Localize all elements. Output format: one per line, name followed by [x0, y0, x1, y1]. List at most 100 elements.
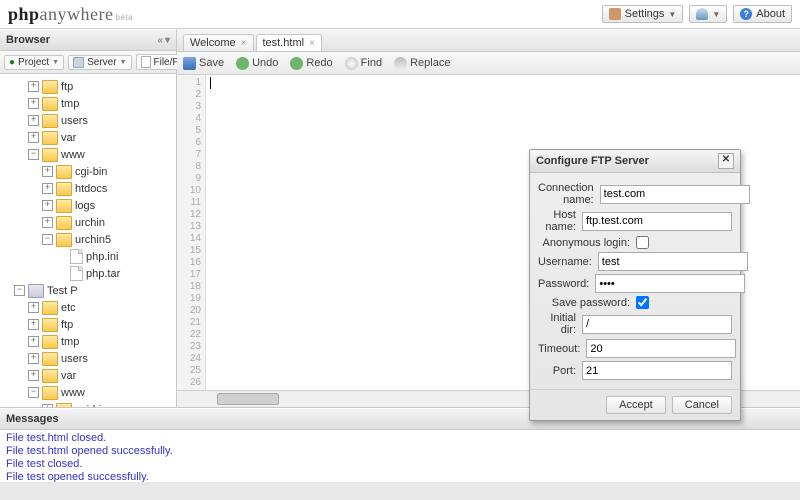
tree-node[interactable]: +tmp — [26, 96, 176, 111]
header-actions: Settings ▼ ▼ ? About — [602, 5, 792, 23]
username-input[interactable] — [598, 252, 748, 271]
file-icon — [141, 56, 151, 68]
sidebar-header: Browser « ▾ — [0, 29, 176, 51]
chevron-down-icon: ▼ — [712, 10, 720, 19]
tree-label: www — [61, 387, 85, 399]
tree-node[interactable]: + ftp — [26, 317, 176, 332]
tree-node[interactable]: +users — [26, 351, 176, 366]
expand-toggle[interactable]: + — [28, 319, 39, 330]
expand-toggle[interactable]: + — [28, 115, 39, 126]
cancel-label: Cancel — [685, 399, 719, 411]
username-label: Username: — [538, 256, 598, 268]
tree-node[interactable]: +tmp — [26, 334, 176, 349]
server-dropdown[interactable]: Server ▼ — [68, 55, 131, 70]
app-header: php anywhere beta Settings ▼ ▼ ? About — [0, 0, 800, 29]
tree-label: cgi-bin — [75, 404, 107, 408]
initial-dir-input[interactable] — [582, 315, 732, 334]
sidebar-toolbar: ● Project ▼ Server ▼ File/Folder ▼ — [0, 51, 176, 74]
expand-toggle[interactable]: + — [42, 404, 53, 407]
options-icon[interactable]: ▾ — [165, 35, 170, 46]
expand-toggle[interactable]: + — [42, 166, 53, 177]
expand-toggle[interactable]: + — [28, 81, 39, 92]
save-password-checkbox[interactable] — [636, 296, 649, 309]
folder-icon — [56, 182, 72, 196]
tree-label: htdocs — [75, 183, 107, 195]
message-line: File test opened successfully. — [6, 471, 794, 482]
project-icon: ● — [9, 57, 15, 68]
host-icon — [28, 284, 44, 298]
expand-toggle[interactable]: + — [28, 302, 39, 313]
expand-toggle[interactable]: − — [28, 387, 39, 398]
chevron-down-icon: ▼ — [668, 10, 676, 19]
project-dropdown[interactable]: ● Project ▼ — [4, 55, 64, 70]
tree-node[interactable]: +etc — [26, 300, 176, 315]
password-input[interactable] — [595, 274, 745, 293]
anonymous-checkbox[interactable] — [636, 236, 649, 249]
expand-toggle[interactable]: + — [42, 217, 53, 228]
tree-node[interactable]: + var — [26, 368, 176, 383]
dialog-title: Configure FTP Server — [536, 155, 649, 167]
message-line: File test.html opened successfully. — [6, 445, 794, 458]
close-icon[interactable]: ✕ — [718, 153, 734, 169]
expand-toggle[interactable]: − — [14, 285, 25, 296]
settings-label: Settings — [625, 8, 665, 20]
collapse-icon[interactable]: « — [157, 35, 163, 46]
wrench-icon — [609, 8, 621, 20]
logo-beta: beta — [116, 13, 134, 22]
expand-toggle[interactable]: − — [28, 149, 39, 160]
tree-node[interactable]: +var — [26, 130, 176, 145]
file-icon — [70, 249, 83, 264]
accept-button[interactable]: Accept — [606, 396, 666, 414]
folder-icon — [56, 403, 72, 408]
timeout-input[interactable] — [586, 339, 736, 358]
tree-label: logs — [75, 200, 95, 212]
connection-name-input[interactable] — [600, 185, 750, 204]
expand-toggle[interactable]: + — [42, 200, 53, 211]
tree-node[interactable]: +urchin — [40, 215, 176, 230]
tree-label: ftp — [61, 81, 73, 93]
tree-node[interactable]: −www — [26, 147, 176, 162]
chevron-down-icon: ▼ — [52, 59, 59, 66]
port-input[interactable] — [582, 361, 732, 380]
settings-button[interactable]: Settings ▼ — [602, 5, 684, 23]
user-button[interactable]: ▼ — [689, 5, 727, 23]
expand-toggle[interactable]: + — [28, 98, 39, 109]
messages-title: Messages — [6, 413, 59, 425]
tree-node[interactable]: − www — [26, 385, 176, 400]
accept-label: Accept — [619, 399, 653, 411]
host-name-label: Host name: — [538, 209, 582, 233]
about-button[interactable]: ? About — [733, 5, 792, 23]
dialog-titlebar[interactable]: Configure FTP Server ✕ — [530, 150, 740, 173]
tree-node[interactable]: php.tar — [54, 266, 176, 281]
expand-toggle[interactable]: + — [28, 353, 39, 364]
ftp-config-dialog: Configure FTP Server ✕ Connection name: … — [529, 149, 741, 421]
tree-node[interactable]: + cgi-bin — [40, 402, 176, 407]
user-icon — [696, 8, 708, 20]
tree-node[interactable]: +cgi-bin — [40, 164, 176, 179]
file-tree[interactable]: +ftp+tmp+users+var−www+cgi-bin+htdocs+lo… — [0, 74, 176, 407]
tree-node[interactable]: + htdocs — [40, 181, 176, 196]
host-name-input[interactable] — [582, 212, 732, 231]
cancel-button[interactable]: Cancel — [672, 396, 732, 414]
tree-node[interactable]: + ftp — [26, 79, 176, 94]
tree-node[interactable]: php.ini — [54, 249, 176, 264]
dialog-buttons: Accept Cancel — [530, 389, 740, 420]
folder-icon — [42, 97, 58, 111]
tree-label: ftp — [61, 319, 73, 331]
tree-node[interactable]: −urchin5 — [40, 232, 176, 247]
expand-toggle[interactable]: + — [28, 132, 39, 143]
folder-icon — [42, 335, 58, 349]
expand-toggle[interactable]: + — [28, 336, 39, 347]
project-label: Project — [18, 57, 49, 68]
expand-toggle[interactable]: + — [28, 370, 39, 381]
expand-toggle[interactable]: + — [42, 183, 53, 194]
folder-icon — [42, 131, 58, 145]
expand-toggle[interactable]: − — [42, 234, 53, 245]
tree-node[interactable]: +users — [26, 113, 176, 128]
anonymous-label: Anonymous login: — [538, 237, 636, 249]
save-password-label: Save password: — [538, 297, 636, 309]
tree-label: var — [61, 370, 76, 382]
folder-icon — [42, 114, 58, 128]
tree-node[interactable]: + logs — [40, 198, 176, 213]
tree-node[interactable]: −Test P — [12, 283, 176, 298]
